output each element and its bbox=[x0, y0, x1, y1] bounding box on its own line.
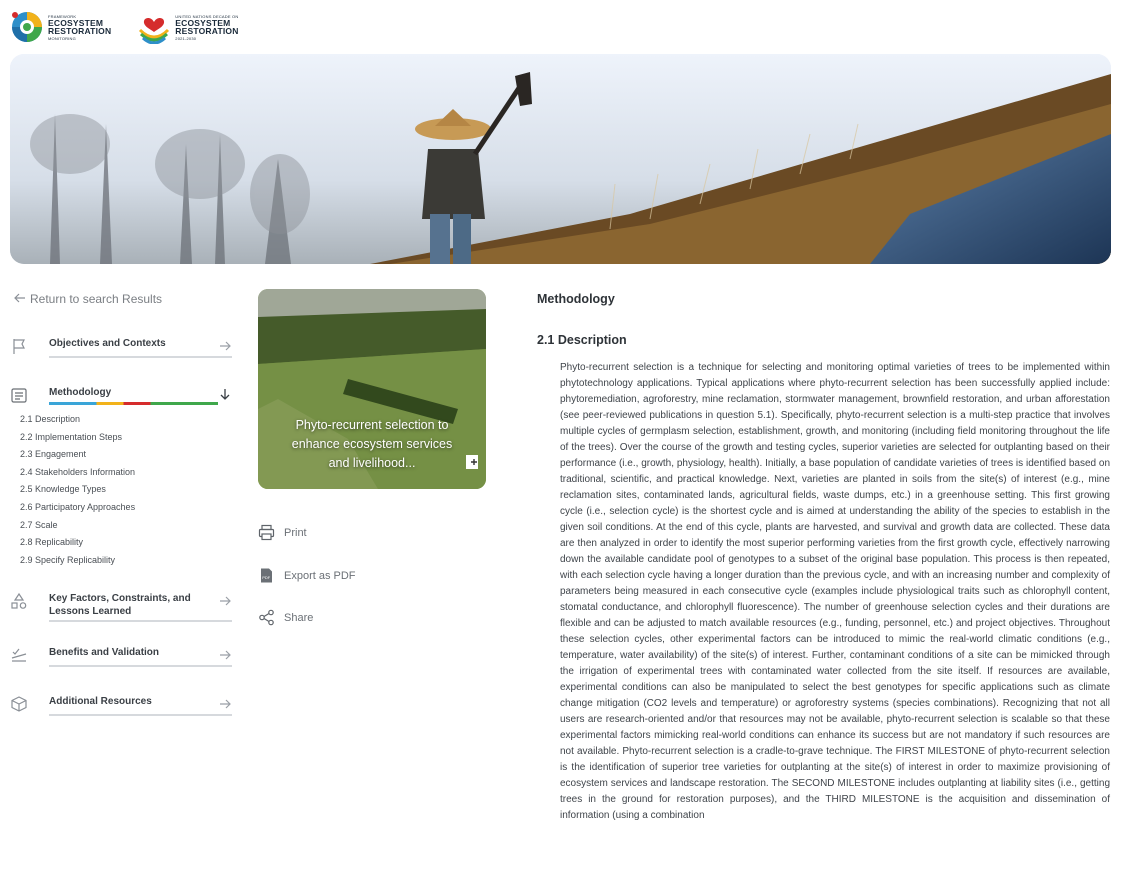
arrow-right-icon bbox=[218, 593, 232, 607]
nav-divider bbox=[49, 620, 232, 622]
arrow-left-icon bbox=[14, 292, 26, 306]
un-decade-logo[interactable]: UNITED NATIONS DECADE ON ECOSYSTEM RESTO… bbox=[137, 10, 238, 44]
nav-item-methodology[interactable]: Methodology bbox=[10, 386, 232, 408]
nav-divider bbox=[49, 714, 232, 716]
list-icon bbox=[10, 386, 30, 404]
logo-framework-line3: RESTORATION bbox=[48, 26, 112, 36]
subnav-item-replicability[interactable]: 2.8 Replicability bbox=[20, 535, 135, 553]
arrow-down-icon bbox=[218, 387, 232, 401]
print-label: Print bbox=[284, 526, 307, 539]
logo-un-line3: RESTORATION bbox=[175, 26, 239, 36]
nav-label-key-factors: Key Factors, Constraints, and Lessons Le… bbox=[49, 593, 191, 617]
export-pdf-label: Export as PDF bbox=[284, 569, 356, 582]
card-caption-line2: enhance ecosystem services bbox=[291, 437, 453, 451]
nav-item-objectives[interactable]: Objectives and Contexts bbox=[10, 337, 232, 359]
logo-framework-line4: MONITORING bbox=[48, 35, 76, 41]
card-caption-line3: and livelihood... bbox=[328, 456, 416, 470]
header-logos: FRAMEWORK ECOSYSTEM RESTORATION MONITORI… bbox=[10, 8, 239, 46]
nav-divider bbox=[49, 356, 232, 358]
case-study-card[interactable]: Phyto-recurrent selection to enhance eco… bbox=[258, 289, 486, 489]
shapes-icon bbox=[10, 592, 30, 610]
cube-icon bbox=[10, 695, 30, 713]
subsection-title: 2.1 Description bbox=[537, 333, 627, 347]
arrow-right-icon bbox=[218, 647, 232, 661]
section-title: Methodology bbox=[537, 292, 615, 306]
exit-icon[interactable] bbox=[465, 454, 479, 470]
share-label: Share bbox=[284, 611, 314, 624]
subnav-item-stakeholders[interactable]: 2.4 Stakeholders Information bbox=[20, 465, 135, 483]
card-caption-line1: Phyto-recurrent selection to bbox=[295, 418, 449, 432]
share-button[interactable]: Share bbox=[258, 609, 313, 626]
nav-divider-active bbox=[49, 402, 218, 405]
globe-icon bbox=[12, 12, 42, 42]
export-pdf-button[interactable]: PDF Export as PDF bbox=[258, 567, 356, 584]
subnav-item-scale[interactable]: 2.7 Scale bbox=[20, 518, 135, 536]
arrow-right-icon bbox=[218, 338, 232, 352]
subnav-item-implementation-steps[interactable]: 2.2 Implementation Steps bbox=[20, 430, 135, 448]
subnav-item-description[interactable]: 2.1 Description bbox=[20, 412, 135, 430]
subnav-item-engagement[interactable]: 2.3 Engagement bbox=[20, 447, 135, 465]
description-text: Phyto-recurrent selection is a technique… bbox=[560, 362, 1110, 821]
framework-logo[interactable]: FRAMEWORK ECOSYSTEM RESTORATION MONITORI… bbox=[10, 10, 111, 44]
nav-label-additional-resources: Additional Resources bbox=[49, 696, 152, 707]
subnav-item-participatory[interactable]: 2.6 Participatory Approaches bbox=[20, 500, 135, 518]
flag-icon bbox=[10, 337, 30, 355]
methodology-subnav: 2.1 Description 2.2 Implementation Steps… bbox=[20, 412, 135, 570]
heart-rainbow-icon bbox=[139, 17, 170, 44]
subnav-item-specify-replicability[interactable]: 2.9 Specify Replicability bbox=[20, 553, 135, 571]
nav-divider bbox=[49, 665, 232, 667]
nav-item-additional-resources[interactable]: Additional Resources bbox=[10, 695, 232, 717]
nav-label-objectives: Objectives and Contexts bbox=[49, 338, 166, 349]
checklist-icon bbox=[10, 646, 30, 664]
svg-text:PDF: PDF bbox=[262, 575, 271, 580]
nav-label-methodology: Methodology bbox=[49, 387, 112, 398]
logo-un-line4: 2021-2030 bbox=[175, 35, 197, 41]
print-button[interactable]: Print bbox=[258, 524, 307, 541]
hero-banner-image bbox=[10, 54, 1111, 264]
return-to-search-label: Return to search Results bbox=[30, 292, 163, 306]
return-to-search-link[interactable]: Return to search Results bbox=[14, 292, 162, 306]
subnav-item-knowledge-types[interactable]: 2.5 Knowledge Types bbox=[20, 482, 135, 500]
share-icon bbox=[258, 609, 275, 626]
arrow-right-icon bbox=[218, 696, 232, 710]
nav-item-benefits[interactable]: Benefits and Validation bbox=[10, 646, 232, 668]
nav-item-key-factors[interactable]: Key Factors, Constraints, and Lessons Le… bbox=[10, 592, 232, 622]
printer-icon bbox=[258, 524, 275, 541]
nav-label-benefits: Benefits and Validation bbox=[49, 647, 160, 658]
pdf-file-icon: PDF bbox=[258, 567, 275, 584]
